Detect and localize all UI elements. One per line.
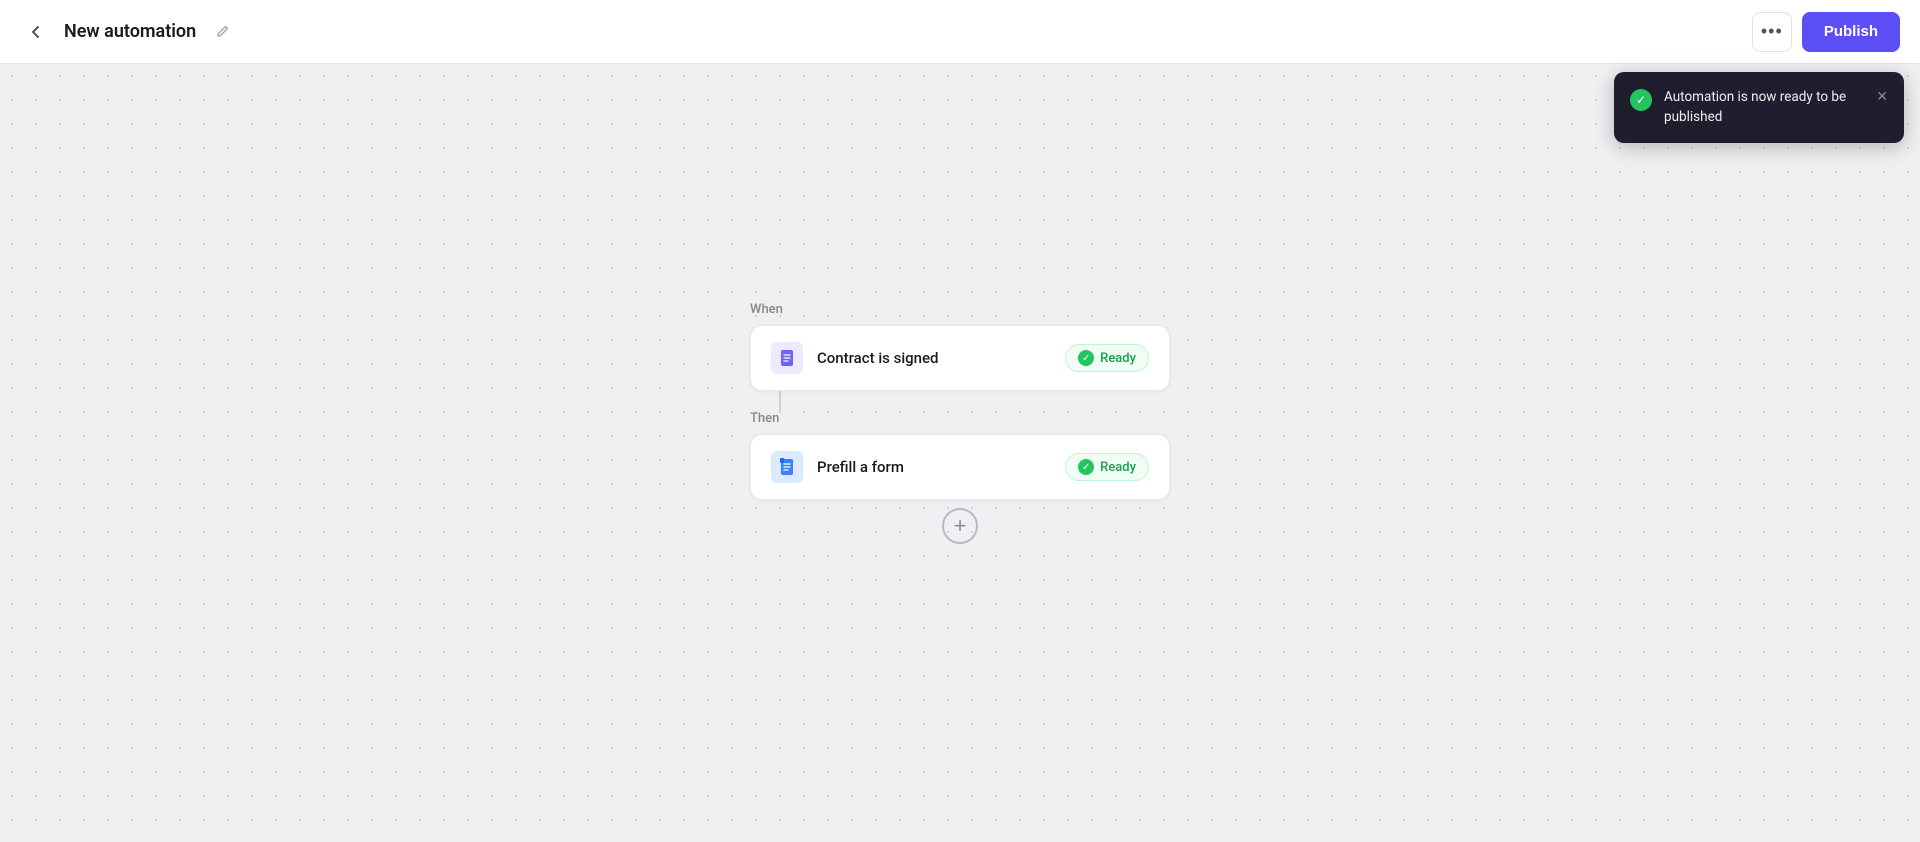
more-options-button[interactable]: ••• bbox=[1752, 12, 1792, 52]
step2-status: Ready bbox=[1100, 460, 1136, 475]
step1-status: Ready bbox=[1100, 351, 1136, 366]
step1-card[interactable]: Contract is signed ✓ Ready bbox=[750, 325, 1170, 391]
then-label: Then bbox=[750, 411, 779, 426]
step2-card[interactable]: Prefill a form ✓ Ready bbox=[750, 434, 1170, 500]
step2-left: Prefill a form bbox=[771, 451, 904, 483]
add-button-wrapper: + bbox=[750, 508, 1170, 544]
step1-check-icon: ✓ bbox=[1078, 350, 1094, 366]
back-button[interactable] bbox=[20, 16, 52, 48]
publish-button[interactable]: Publish bbox=[1802, 12, 1900, 52]
toast-check-icon: ✓ bbox=[1630, 89, 1652, 111]
toast-close-button[interactable]: ✕ bbox=[1876, 89, 1888, 103]
automation-canvas: When Contract is signed ✓ Ready Then bbox=[0, 64, 1920, 842]
connector-line bbox=[779, 391, 781, 411]
page-title: New automation bbox=[64, 21, 196, 42]
contract-icon bbox=[771, 342, 803, 374]
header: New automation ••• Publish bbox=[0, 0, 1920, 64]
add-step-button[interactable]: + bbox=[942, 508, 978, 544]
header-right: ••• Publish bbox=[1752, 12, 1900, 52]
flow-container: When Contract is signed ✓ Ready Then bbox=[750, 302, 1170, 544]
step1-title: Contract is signed bbox=[817, 349, 938, 367]
step2-check-icon: ✓ bbox=[1078, 459, 1094, 475]
form-icon bbox=[771, 451, 803, 483]
edit-icon[interactable] bbox=[208, 18, 236, 46]
header-left: New automation bbox=[20, 16, 236, 48]
toast-message: Automation is now ready to be published bbox=[1664, 88, 1864, 127]
when-label: When bbox=[750, 302, 783, 317]
step2-ready-badge: ✓ Ready bbox=[1065, 453, 1149, 481]
step1-left: Contract is signed bbox=[771, 342, 938, 374]
toast-notification: ✓ Automation is now ready to be publishe… bbox=[1614, 72, 1904, 143]
step2-title: Prefill a form bbox=[817, 458, 904, 476]
step1-ready-badge: ✓ Ready bbox=[1065, 344, 1149, 372]
